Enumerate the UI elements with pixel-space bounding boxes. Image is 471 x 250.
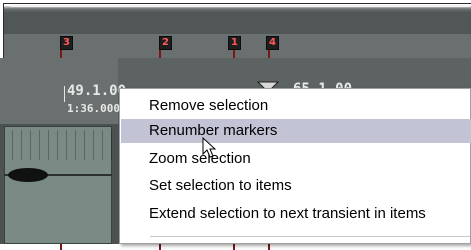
menu-separator: [150, 236, 470, 237]
top-bar: [4, 4, 471, 12]
mouse-pointer-icon: [202, 137, 216, 158]
media-item-grid: [4, 130, 112, 160]
context-menu: Remove selection Renumber markers Zoom s…: [119, 88, 471, 244]
marker-4[interactable]: 4: [266, 36, 279, 50]
menu-item-set-selection-to-items[interactable]: Set selection to items: [121, 174, 471, 198]
menu-item-extend-selection-transient[interactable]: Extend selection to next transient in it…: [121, 202, 471, 226]
marker-3[interactable]: 3: [60, 36, 73, 50]
menu-item-renumber-markers[interactable]: Renumber markers: [121, 119, 471, 143]
menu-item-remove-selection[interactable]: Remove selection: [121, 94, 471, 118]
ruler-tick: [64, 86, 65, 102]
ruler-measure-left: 49.1.00: [67, 83, 127, 99]
ruler-time-left: 1:36.000: [67, 102, 120, 115]
marker-2[interactable]: 2: [159, 36, 172, 50]
waveform-blob: [8, 168, 48, 182]
marker-1[interactable]: 1: [228, 36, 241, 50]
region-lane[interactable]: [4, 12, 471, 34]
menu-item-zoom-selection[interactable]: Zoom selection: [121, 147, 471, 171]
